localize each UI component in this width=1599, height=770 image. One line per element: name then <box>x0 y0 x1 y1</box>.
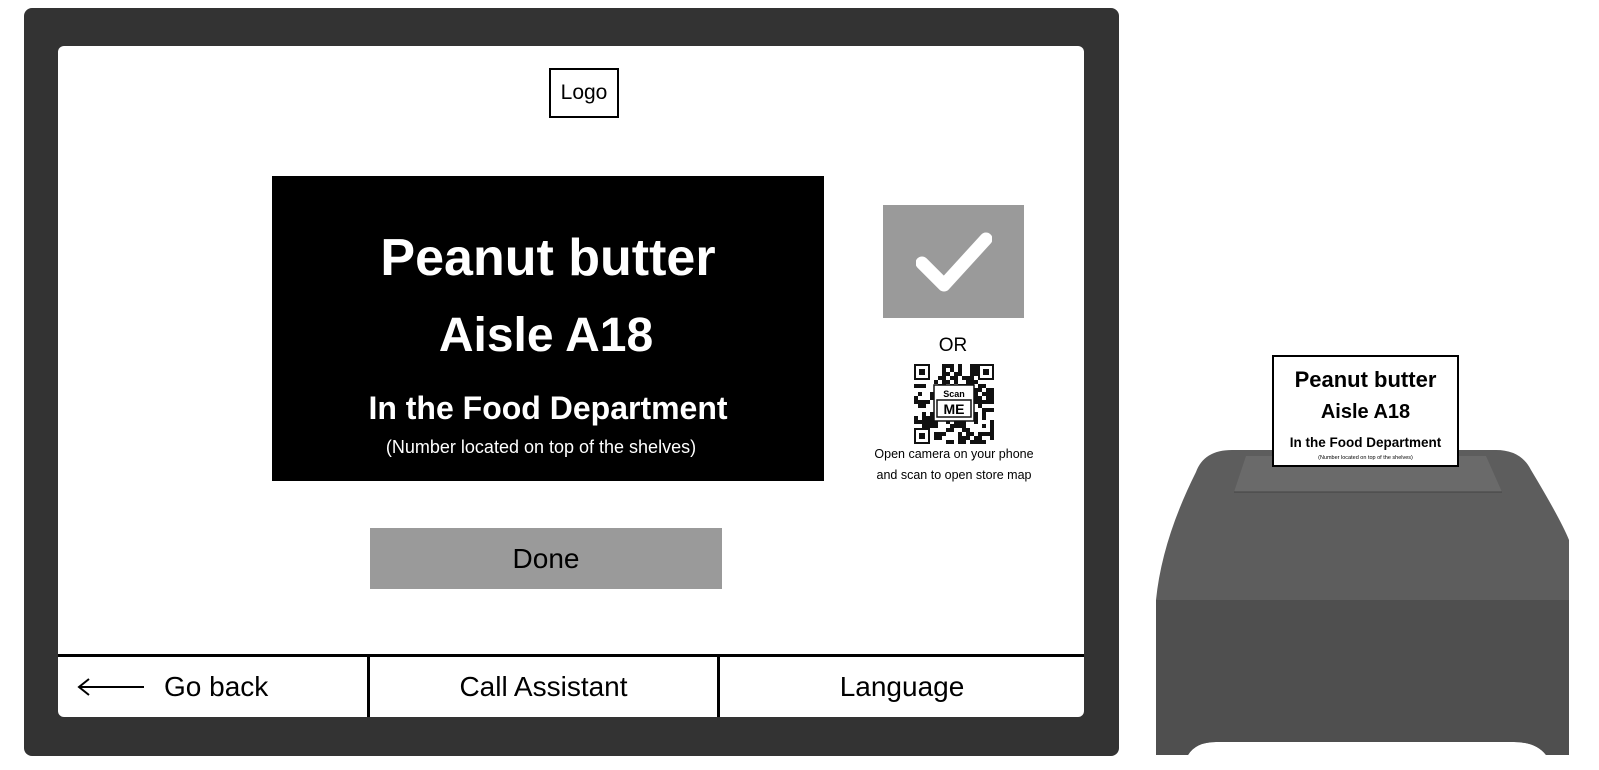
product-location-panel: Peanut butter Aisle A18 In the Food Depa… <box>272 176 824 481</box>
qr-badge-bottom: ME <box>944 401 965 417</box>
call-assistant-button[interactable]: Call Assistant <box>370 657 720 717</box>
checkmark-icon <box>915 232 992 291</box>
department-name: In the Food Department <box>368 390 728 426</box>
call-assistant-label: Call Assistant <box>459 671 628 702</box>
receipt-note: (Number located on top of the shelves) <box>1318 455 1413 461</box>
language-label: Language <box>839 671 965 702</box>
receipt-department: In the Food Department <box>1289 435 1442 450</box>
done-button[interactable]: Done <box>370 528 722 589</box>
scan-instructions: Open camera on your phone and scan to op… <box>864 444 1044 486</box>
receipt-printer <box>1156 450 1569 755</box>
logo-placeholder: Logo <box>549 68 619 118</box>
confirm-button[interactable] <box>883 205 1024 318</box>
scan-hint-line1: Open camera on your phone <box>874 447 1034 461</box>
qr-code-icon[interactable]: Scan ME <box>914 364 994 444</box>
bottom-nav-bar: Go back Call Assistant Language <box>58 654 1084 717</box>
receipt-product: Peanut butter <box>1294 367 1437 392</box>
printed-receipt: Peanut butter Aisle A18 In the Food Depa… <box>1272 355 1459 467</box>
done-label: Done <box>512 542 580 574</box>
kiosk-screen: Logo Peanut butter Aisle A18 In the Food… <box>58 46 1084 717</box>
kiosk-tablet: Logo Peanut butter Aisle A18 In the Food… <box>24 8 1119 756</box>
language-button[interactable]: Language <box>720 657 1084 717</box>
receipt-aisle: Aisle A18 <box>1320 401 1411 423</box>
aisle-number: Aisle A18 <box>438 309 654 362</box>
qr-badge-top: Scan <box>943 389 965 399</box>
product-name: Peanut butter <box>380 229 716 287</box>
scan-hint-line2: and scan to open store map <box>876 468 1032 482</box>
logo-label: Logo <box>560 81 608 104</box>
go-back-button[interactable]: Go back <box>58 657 370 717</box>
go-back-label: Go back <box>164 671 269 702</box>
arrow-left-icon <box>77 678 144 696</box>
aisle-note: (Number located on top of the shelves) <box>385 437 697 457</box>
or-label: OR <box>938 335 968 356</box>
